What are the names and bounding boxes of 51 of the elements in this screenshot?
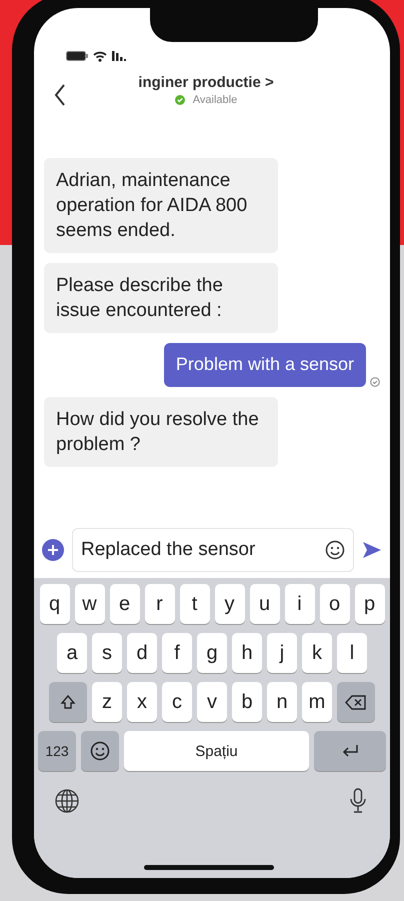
emoji-key[interactable] bbox=[81, 731, 119, 771]
letter-key[interactable]: h bbox=[232, 633, 262, 673]
letter-key[interactable]: a bbox=[57, 633, 87, 673]
letter-key[interactable]: p bbox=[354, 584, 384, 624]
letter-key[interactable]: f bbox=[162, 633, 192, 673]
backspace-key[interactable] bbox=[337, 682, 375, 722]
presence-status: Available bbox=[192, 94, 238, 106]
letter-key[interactable]: v bbox=[197, 682, 227, 722]
battery-icon bbox=[66, 51, 88, 61]
emoji-icon[interactable] bbox=[325, 540, 345, 560]
letter-key[interactable]: j bbox=[267, 633, 297, 673]
received-message: Please describe the issue encountered : bbox=[44, 263, 278, 334]
send-icon[interactable] bbox=[362, 541, 382, 559]
message-field[interactable]: Replaced the sensor bbox=[72, 528, 354, 572]
emoji-icon bbox=[90, 741, 110, 761]
letter-key[interactable]: s bbox=[92, 633, 122, 673]
letter-key[interactable]: o bbox=[320, 584, 350, 624]
letter-key[interactable]: i bbox=[284, 584, 314, 624]
letter-key[interactable]: b bbox=[232, 682, 262, 722]
backspace-icon bbox=[345, 694, 367, 710]
space-key[interactable]: Spațiu bbox=[124, 731, 309, 771]
received-message: Adrian, maintenance operation for AIDA 800 seems ended. bbox=[44, 158, 278, 254]
contact-name[interactable]: inginer productie > bbox=[138, 74, 274, 91]
letter-key[interactable]: t bbox=[180, 584, 210, 624]
numbers-key[interactable]: 123 bbox=[38, 731, 76, 771]
shift-key[interactable] bbox=[49, 682, 87, 722]
letter-key[interactable]: g bbox=[197, 633, 227, 673]
letter-key[interactable]: k bbox=[302, 633, 332, 673]
globe-icon[interactable] bbox=[54, 788, 80, 814]
letter-key[interactable]: c bbox=[162, 682, 192, 722]
shift-icon bbox=[60, 694, 76, 710]
letter-key[interactable]: d bbox=[127, 633, 157, 673]
add-icon[interactable] bbox=[42, 539, 64, 561]
letter-key[interactable]: u bbox=[250, 584, 280, 624]
sent-message: Problem with a sensor bbox=[164, 343, 366, 388]
letter-key[interactable]: y bbox=[214, 584, 244, 624]
letter-key[interactable]: n bbox=[267, 682, 297, 722]
back-icon[interactable] bbox=[54, 84, 66, 106]
signal-icon bbox=[112, 51, 126, 61]
microphone-icon[interactable] bbox=[350, 788, 366, 814]
letter-key[interactable]: q bbox=[40, 584, 70, 624]
letter-key[interactable]: m bbox=[302, 682, 332, 722]
wifi-icon bbox=[93, 50, 107, 62]
letter-key[interactable]: e bbox=[110, 584, 140, 624]
letter-key[interactable]: z bbox=[92, 682, 122, 722]
letter-key[interactable]: l bbox=[337, 633, 367, 673]
letter-key[interactable]: w bbox=[74, 584, 104, 624]
letter-key[interactable]: r bbox=[144, 584, 174, 624]
return-icon bbox=[341, 744, 359, 758]
received-message: How did you resolve the problem ? bbox=[44, 397, 278, 468]
letter-key[interactable]: x bbox=[127, 682, 157, 722]
